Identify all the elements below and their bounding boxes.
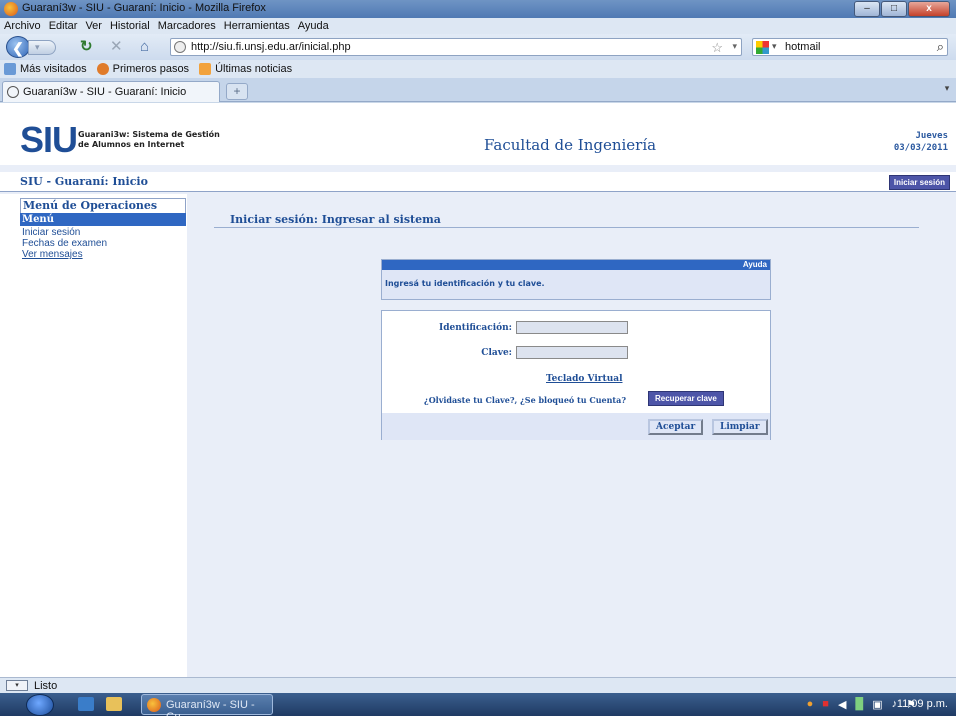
start-button[interactable]	[26, 694, 54, 716]
menu-archivo[interactable]: Archivo	[4, 18, 41, 34]
rss-feed-icon	[199, 63, 212, 75]
help-link[interactable]: Ayuda	[382, 260, 770, 270]
sidebar: Menú de Operaciones Menú Iniciar sesión …	[0, 194, 187, 677]
url-bar[interactable]: http://siu.fi.unsj.edu.ar/inicial.php ☆ …	[170, 38, 742, 56]
sidebar-item-ver-mensajes[interactable]: Ver mensajes	[22, 249, 107, 260]
password-field[interactable]	[516, 346, 628, 359]
menu-label: Menú	[20, 213, 186, 226]
taskbar: Guaraní3w - SIU - Gu... ● ■ ◀ █ ▣ ♪ ⚑ 11…	[0, 693, 956, 716]
window-title: Guaraní3w - SIU - Guaraní: Inicio - Mozi…	[22, 2, 266, 14]
reload-icon[interactable]: ↻	[80, 39, 93, 55]
help-text: Ingresá tu identificación y tu clave.	[385, 279, 545, 288]
tab-guarani-inicio[interactable]: Guaraní3w - SIU - Guaraní: Inicio	[2, 81, 220, 102]
site-header: SIU Guarani3w: Sistema de Gestión de Alu…	[0, 103, 956, 165]
firefox-bookmark-icon	[96, 63, 109, 75]
file-explorer-icon[interactable]	[106, 697, 122, 711]
firefox-logo-icon	[4, 2, 18, 16]
bookmark-mas-visitados[interactable]: Más visitados	[4, 63, 87, 75]
tray-network-icon[interactable]: █	[855, 698, 863, 711]
menu-historial[interactable]: Historial	[110, 18, 150, 34]
forgot-password-text: ¿Olvidaste tu Clave?, ¿Se bloqueó tu Cue…	[424, 395, 626, 405]
tab-list-dropdown-icon[interactable]: ▾	[941, 83, 953, 98]
bookmark-label: Primeros pasos	[112, 63, 190, 75]
password-label: Clave:	[481, 348, 512, 358]
breadcrumb-bar: SIU - Guaraní: Inicio Iniciar sesión	[0, 172, 956, 192]
help-box: Ayuda Ingresá tu identificación y tu cla…	[381, 259, 771, 300]
menu-marcadores[interactable]: Marcadores	[158, 18, 216, 34]
bookmarks-toolbar: Más visitados Primeros pasos Últimas not…	[0, 60, 956, 78]
bookmark-primeros-pasos[interactable]: Primeros pasos	[96, 63, 190, 75]
close-button[interactable]: x	[908, 1, 950, 17]
minimize-button[interactable]: –	[854, 1, 880, 17]
taskbar-firefox-task[interactable]: Guaraní3w - SIU - Gu...	[141, 694, 273, 716]
forward-dropdown-button[interactable]: ▾	[28, 40, 56, 55]
tray-app-icon[interactable]: ●	[807, 698, 814, 711]
search-icon[interactable]: ⌕	[937, 39, 944, 55]
system-subtitle: Guarani3w: Sistema de Gestión de Alumnos…	[78, 130, 220, 150]
media-player-icon[interactable]	[78, 697, 94, 711]
operations-menu-heading: Menú de Operaciones	[20, 198, 186, 213]
clear-button[interactable]: Limpiar	[712, 419, 768, 435]
subtitle-line-2: de Alumnos en Internet	[78, 140, 185, 149]
menu-herramientas[interactable]: Herramientas	[224, 18, 290, 34]
window-titlebar[interactable]: Guaraní3w - SIU - Guaraní: Inicio - Mozi…	[0, 0, 956, 18]
date-value: 03/03/2011	[893, 143, 948, 153]
bookmark-star-icon[interactable]: ☆	[711, 40, 723, 56]
clock[interactable]: 11:09 p.m.	[897, 698, 948, 710]
menu-editar[interactable]: Editar	[49, 18, 78, 34]
bookmark-label: Últimas noticias	[215, 63, 293, 75]
firefox-icon	[147, 698, 161, 712]
page-loading-icon	[7, 86, 19, 98]
login-button[interactable]: Iniciar sesión	[888, 175, 950, 190]
tray-arrow-icon[interactable]: ◀	[838, 698, 846, 711]
subtitle-line-1: Guarani3w: Sistema de Gestión	[78, 130, 220, 139]
tab-bar: Guaraní3w - SIU - Guaraní: Inicio + ▾	[0, 78, 956, 102]
sidebar-menu: Iniciar sesión Fechas de examen Ver mens…	[22, 227, 107, 260]
date-day: Jueves	[915, 131, 948, 141]
search-bar[interactable]: ▾ hotmail ⌕	[752, 38, 948, 56]
recover-password-button[interactable]: Recuperar clave	[648, 391, 724, 406]
navigation-toolbar: ❮ ▾ ↻ ✕ ⌂ http://siu.fi.unsj.edu.ar/inic…	[0, 34, 956, 60]
taskbar-task-label: Guaraní3w - SIU - Gu...	[166, 699, 255, 716]
tab-label: Guaraní3w - SIU - Guaraní: Inicio	[23, 86, 187, 98]
window-controls: – □ x	[853, 1, 950, 17]
login-form: Identificación: Clave: Teclado Virtual ¿…	[381, 310, 771, 440]
site-identity-icon[interactable]	[174, 41, 186, 53]
sidebar-item-iniciar-sesion[interactable]: Iniciar sesión	[22, 227, 107, 238]
new-tab-button[interactable]: +	[226, 83, 248, 100]
menu-bar: Archivo Editar Ver Historial Marcadores …	[0, 18, 956, 34]
tray-av-icon[interactable]: ■	[822, 698, 829, 711]
form-footer: Aceptar Limpiar	[382, 413, 770, 440]
url-text[interactable]: http://siu.fi.unsj.edu.ar/inicial.php	[191, 41, 351, 53]
search-input[interactable]: hotmail	[785, 41, 820, 53]
status-bar: ▾ Listo	[0, 677, 956, 693]
sidebar-item-fechas-examen[interactable]: Fechas de examen	[22, 238, 107, 249]
bookmark-label: Más visitados	[20, 63, 87, 75]
section-divider	[214, 227, 919, 228]
main-panel: Iniciar sesión: Ingresar al sistema Ayud…	[192, 194, 956, 677]
siu-logo: SIU	[20, 119, 78, 160]
search-engine-icon[interactable]	[756, 41, 769, 54]
section-title: Iniciar sesión: Ingresar al sistema	[230, 213, 441, 226]
maximize-button[interactable]: □	[881, 1, 907, 17]
page-content: SIU Guarani3w: Sistema de Gestión de Alu…	[0, 103, 956, 677]
menu-ver[interactable]: Ver	[85, 18, 102, 34]
tray-display-icon[interactable]: ▣	[872, 698, 882, 711]
status-menu-icon[interactable]: ▾	[6, 680, 28, 691]
back-button[interactable]: ❮	[6, 36, 30, 58]
search-engine-dropdown-icon[interactable]: ▾	[772, 41, 777, 52]
id-field[interactable]	[516, 321, 628, 334]
home-icon[interactable]: ⌂	[140, 39, 149, 55]
most-visited-icon	[4, 63, 16, 75]
virtual-keyboard-link[interactable]: Teclado Virtual	[546, 374, 623, 384]
id-label: Identificación:	[439, 323, 512, 333]
bookmark-ultimas-noticias[interactable]: Últimas noticias	[199, 63, 292, 75]
status-text: Listo	[34, 680, 58, 692]
stop-icon[interactable]: ✕	[110, 39, 123, 55]
page-title: SIU - Guaraní: Inicio	[20, 175, 148, 188]
url-dropdown-icon[interactable]: ▾	[732, 41, 737, 52]
faculty-title: Facultad de Ingeniería	[484, 136, 657, 154]
accept-button[interactable]: Aceptar	[648, 419, 704, 435]
menu-ayuda[interactable]: Ayuda	[298, 18, 329, 34]
